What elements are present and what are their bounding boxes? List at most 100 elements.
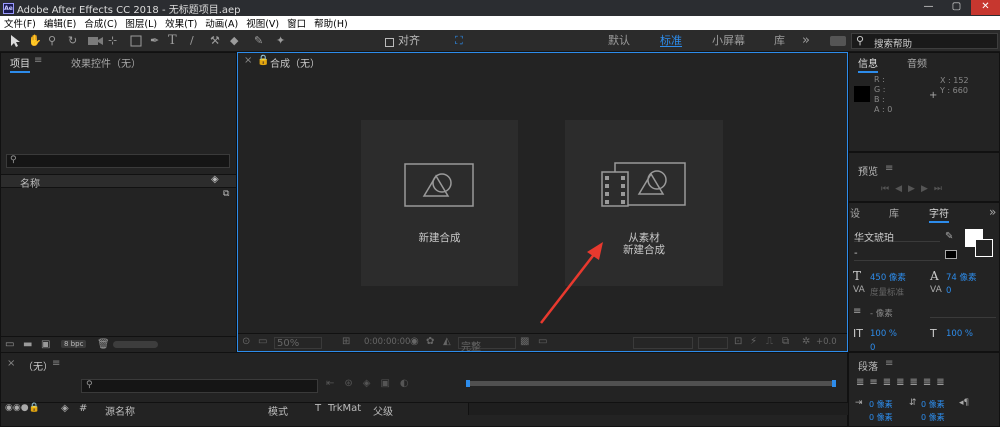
timeline-switches[interactable]: ⇤⊛◈▣◐ — [326, 378, 419, 389]
workspace-default[interactable]: 默认 — [608, 33, 630, 49]
align-checkbox[interactable] — [385, 38, 394, 47]
menu-view[interactable]: 视图(V) — [242, 16, 283, 30]
zoom-tool-icon[interactable]: ⚲ — [48, 33, 56, 49]
new-comp-icon[interactable]: ▣ — [41, 339, 50, 350]
menu-help[interactable]: 帮助(H) — [310, 16, 352, 30]
sync-settings-icon[interactable] — [830, 36, 846, 46]
time-navigator[interactable] — [466, 380, 836, 387]
close-tab-icon[interactable]: × — [244, 55, 252, 66]
menu-edit[interactable]: 编辑(E) — [40, 16, 80, 30]
font-family-select[interactable]: 华文琥珀 — [854, 229, 940, 244]
timeline-search-input[interactable]: ⚲ — [81, 379, 318, 393]
panel-more-icon[interactable]: » — [989, 205, 996, 219]
workspace-standard[interactable]: 标准 — [660, 33, 682, 47]
color-channel-icon[interactable]: ✿ — [426, 336, 434, 347]
puppet-tool-icon[interactable]: ✦ — [276, 33, 285, 49]
menu-composition[interactable]: 合成(C) — [80, 16, 121, 30]
clone-stamp-tool-icon[interactable]: ⚒ — [210, 33, 220, 49]
tab-audio[interactable]: 音频 — [907, 55, 927, 70]
tab-paragraph[interactable]: 段落 — [858, 358, 878, 373]
indent-left-value[interactable]: 0 像素 — [869, 399, 893, 410]
interpret-footage-icon[interactable]: ▭ — [5, 339, 14, 350]
lock-icon[interactable]: 🔒 — [257, 55, 269, 66]
mask-visibility-icon[interactable]: ▭ — [538, 336, 547, 347]
new-composition-card[interactable]: 新建合成 — [361, 120, 518, 286]
tracking-value[interactable]: 0 — [946, 286, 951, 296]
column-name[interactable]: 名称 — [20, 175, 40, 190]
playback-controls[interactable]: ⏮◀▶▶⏭ — [881, 184, 948, 194]
close-button[interactable]: ✕ — [971, 0, 1000, 15]
tab-menu-icon[interactable]: ≡ — [34, 55, 42, 66]
zoom-select[interactable]: 50% — [274, 337, 322, 349]
new-folder-icon[interactable]: ▬ — [23, 339, 32, 350]
tab-menu-icon[interactable]: ≡ — [885, 163, 893, 174]
font-size-value[interactable]: 450 像素 — [870, 271, 906, 283]
stroke-width-value[interactable]: - 像素 — [870, 307, 893, 319]
magnet-icon[interactable]: ⊙ — [242, 336, 250, 347]
vertical-scale-value[interactable]: 100 % — [870, 329, 897, 339]
menu-window[interactable]: 窗口 — [283, 16, 310, 30]
stroke-order-select[interactable] — [930, 305, 996, 318]
workspace-small-screen[interactable]: 小屏幕 — [712, 33, 745, 49]
space-before-value[interactable]: 0 像素 — [921, 399, 945, 410]
menu-file[interactable]: 文件(F) — [0, 16, 40, 30]
menu-layer[interactable]: 图层(L) — [121, 16, 161, 30]
minimize-button[interactable]: — — [915, 0, 942, 15]
camera-view-select[interactable] — [633, 337, 693, 349]
trash-icon[interactable]: 🗑 — [97, 339, 110, 350]
horizontal-scale-value[interactable]: 100 % — [946, 329, 973, 339]
tab-effect-controls[interactable]: 效果控件（无） — [71, 55, 141, 70]
tab-project[interactable]: 项目 — [10, 55, 30, 73]
column-source-name[interactable]: 源名称 — [105, 403, 135, 418]
tab-library[interactable]: 库 — [889, 205, 899, 220]
project-search-input[interactable]: ⚲ — [6, 154, 230, 168]
grid-icon[interactable]: ⊞ — [342, 336, 350, 347]
timeline-icon[interactable]: ⎍ — [766, 336, 773, 347]
alignment-buttons[interactable]: ≣≡≣≣≣≣≣ — [856, 377, 950, 388]
tab-composition[interactable]: 合成（无） — [270, 55, 320, 70]
help-search-input[interactable]: 搜索帮助 — [874, 36, 912, 50]
flowchart-icon[interactable]: ⧉ — [782, 336, 789, 347]
time-ruler[interactable] — [468, 402, 848, 415]
workspace-more-button[interactable]: » — [802, 33, 810, 49]
roto-brush-tool-icon[interactable]: ✎ — [254, 33, 263, 49]
tab-info[interactable]: 信息 — [858, 55, 878, 73]
tab-menu-icon[interactable]: ≡ — [885, 358, 893, 369]
tab-menu-icon[interactable]: ≡ — [52, 358, 60, 369]
close-tab-icon[interactable]: × — [7, 358, 15, 369]
bit-depth-button[interactable]: 8 bpc — [61, 340, 87, 348]
column-number[interactable]: # — [79, 403, 87, 414]
black-swatch[interactable] — [945, 250, 957, 259]
tab-timeline[interactable]: （无） — [23, 358, 53, 373]
fast-preview-icon[interactable]: ⚡ — [750, 336, 757, 347]
eyedropper-icon[interactable]: ✎ — [945, 231, 953, 242]
timecode-display[interactable]: 0:00:00:00 — [364, 337, 410, 347]
leading-value[interactable]: 74 像素 — [946, 271, 977, 283]
label-tag-icon[interactable]: ◈ — [211, 174, 219, 185]
pan-behind-tool-icon[interactable]: ⊹ — [108, 33, 117, 49]
snap-icon[interactable]: ⛶ — [455, 33, 463, 49]
help-search-field[interactable]: ⚲ 搜索帮助 — [851, 33, 998, 50]
av-switches-icon[interactable]: ◉◉●🔒 — [5, 403, 40, 413]
workspace-library[interactable]: 库 — [774, 33, 785, 49]
eraser-tool-icon[interactable]: ◆ — [230, 33, 238, 49]
column-mode[interactable]: 模式 — [268, 403, 288, 418]
resolution-select[interactable]: 完整 — [458, 337, 516, 353]
exposure-icon[interactable]: ✲ — [802, 336, 810, 347]
column-parent[interactable]: 父级 — [373, 403, 393, 418]
camera-tool-icon[interactable] — [88, 36, 104, 46]
column-t[interactable]: T — [315, 403, 321, 414]
thumbnail-scrollbar[interactable] — [113, 341, 158, 348]
column-trkmat[interactable]: TrkMat — [328, 403, 361, 414]
monitor-icon[interactable]: ▭ — [258, 336, 267, 347]
label-icon[interactable]: ◈ — [61, 403, 69, 414]
tab-character[interactable]: 字符 — [929, 205, 949, 223]
hand-tool-icon[interactable]: ✋ — [28, 33, 42, 49]
view-layout-select[interactable] — [698, 337, 728, 349]
transparency-grid-icon[interactable]: ▩ — [520, 336, 529, 347]
indent-first-value[interactable]: 0 像素 — [869, 412, 893, 423]
pen-tool-icon[interactable]: ✒ — [150, 33, 159, 49]
exposure-value[interactable]: +0.0 — [816, 337, 837, 347]
font-style-select[interactable]: - — [854, 248, 940, 261]
brush-tool-icon[interactable]: / — [190, 33, 194, 49]
